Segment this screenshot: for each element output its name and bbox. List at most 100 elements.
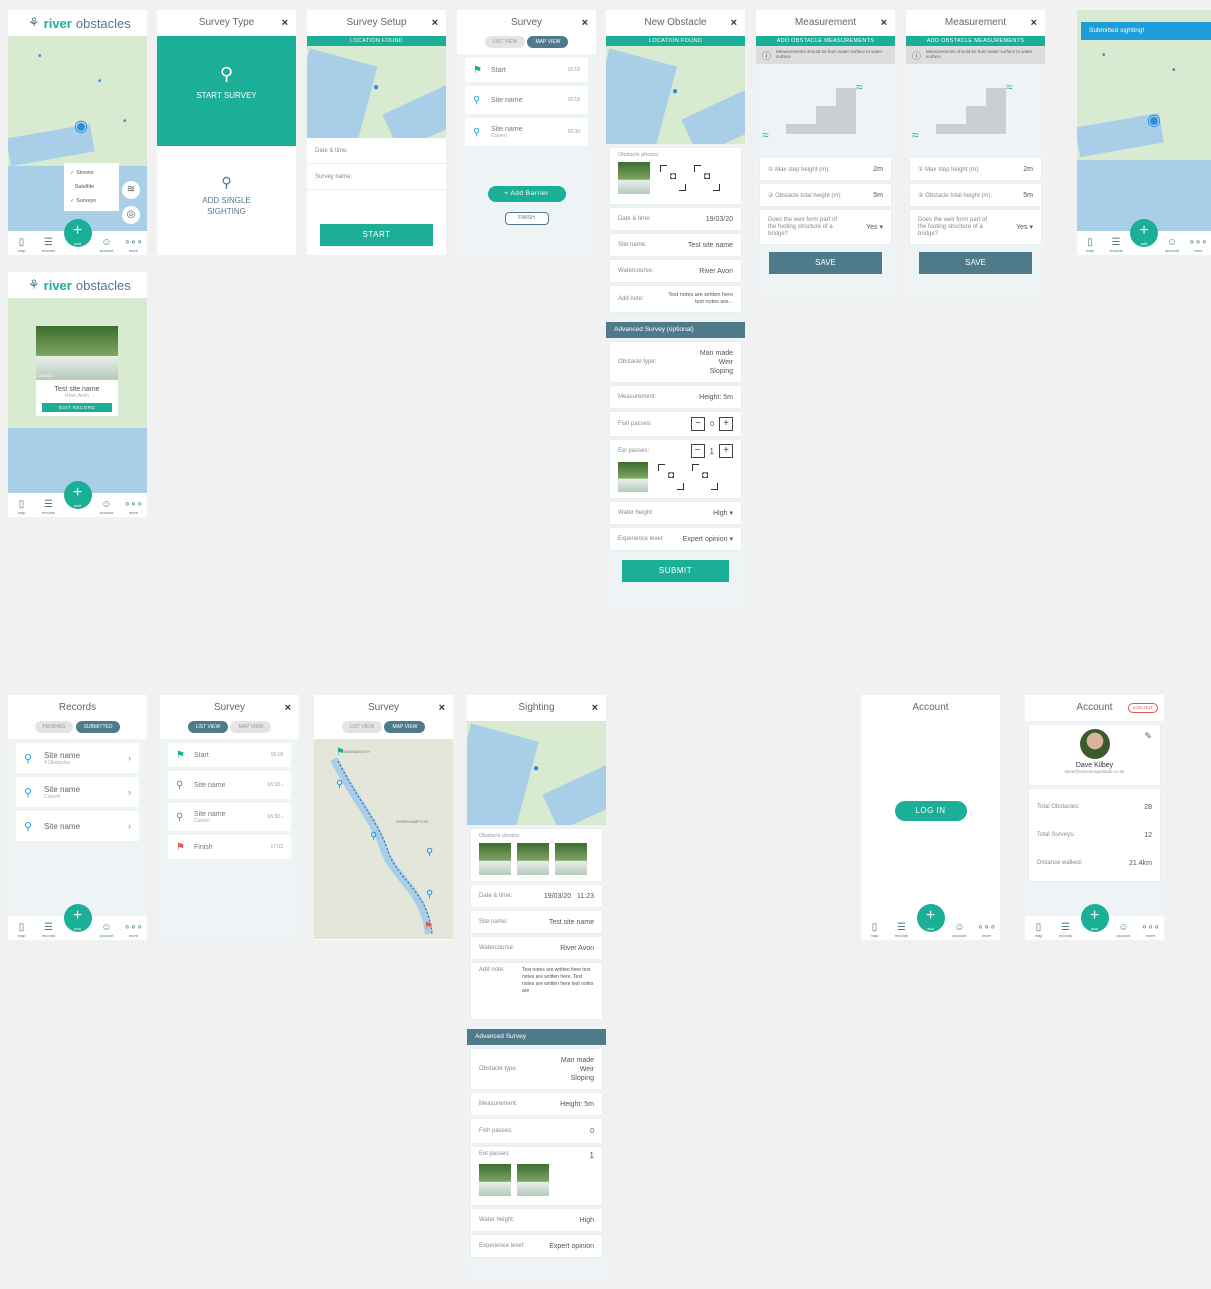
start-button[interactable]: START [320, 224, 433, 246]
start-flag-icon[interactable]: ⚑ [336, 747, 345, 758]
tab-pending[interactable]: PENDING [34, 721, 74, 733]
survey-name-field[interactable]: Survey name: [307, 164, 446, 190]
camera-icon[interactable]: ◘ [692, 464, 718, 490]
max-step-height-field[interactable]: ① Max step height (m): 2m [910, 158, 1041, 180]
list-item[interactable]: ⚲ Site name Culvert › [16, 777, 139, 807]
tab-records[interactable]: ☰ records [37, 499, 61, 515]
pin-icon[interactable]: ⚲ [426, 847, 433, 858]
list-item[interactable]: ⚲ Site name 4 Obstacles › [16, 743, 139, 773]
advanced-survey-header[interactable]: Advanced Survey (optional) [606, 322, 745, 338]
eel-photo[interactable] [479, 1164, 511, 1196]
layer-option-surveys[interactable]: ✓ Surveys [70, 194, 113, 208]
tab-more[interactable]: ∘∘∘ more [1186, 237, 1210, 253]
add-button[interactable]: + add [63, 481, 92, 509]
log-in-button[interactable]: LOG IN [894, 801, 967, 821]
list-item[interactable]: ⚑ Finish 17:02 [168, 835, 291, 859]
tab-account[interactable]: ☺ account [95, 499, 119, 515]
tab-submitted[interactable]: SUBMITTED [75, 721, 121, 733]
close-icon[interactable]: × [1031, 10, 1037, 36]
list-item[interactable]: ⚲ Site name 16:18 › [168, 771, 291, 799]
tab-account[interactable]: ☺ account [1160, 237, 1184, 253]
tab-records[interactable]: ☰ records [37, 922, 61, 938]
obstacle-photo[interactable] [479, 843, 511, 875]
plus-button[interactable]: + [719, 417, 733, 431]
pin-icon[interactable]: ⚲ [336, 779, 343, 790]
pin-icon[interactable]: ⚲ [426, 889, 433, 900]
camera-icon[interactable]: ◘ [660, 165, 686, 191]
survey-pin-icon[interactable]: • [1102, 50, 1106, 61]
tab-records[interactable]: ☰ records [1104, 237, 1128, 253]
water-height-select[interactable]: Water height: High ▾ [610, 502, 741, 524]
date-field[interactable]: Date & time: 19/03/20 [610, 208, 741, 230]
tab-more[interactable]: ∘∘∘ more [1139, 922, 1163, 938]
close-icon[interactable]: × [881, 10, 887, 36]
survey-pin-icon[interactable]: • [98, 76, 102, 87]
tab-records[interactable]: ☰ records [890, 922, 914, 938]
tab-map[interactable]: ▯ map [863, 922, 887, 938]
locate-icon[interactable]: ◎ [122, 206, 140, 224]
close-icon[interactable]: × [439, 695, 445, 721]
list-item[interactable]: ⚲ Site name Culvert 16:30 › [168, 803, 291, 831]
plus-button[interactable]: + [719, 444, 733, 458]
layer-option-satellite[interactable]: Satellite [70, 180, 113, 194]
submit-button[interactable]: SUBMIT [622, 560, 729, 582]
eel-photo[interactable] [517, 1164, 549, 1196]
tab-account[interactable]: ☺ account [1112, 922, 1136, 938]
list-item[interactable]: ⚲ Site name Culvert 16:30 [465, 118, 588, 146]
tab-records[interactable]: ☰ records [37, 237, 61, 253]
map-view[interactable]: ◉ • • [1077, 10, 1211, 231]
layer-option-streets[interactable]: ✓ Streets [70, 166, 113, 180]
tab-more[interactable]: ∘∘∘ more [122, 922, 146, 938]
layers-icon[interactable]: ≋ [122, 181, 140, 199]
tab-more[interactable]: ∘∘∘ more [975, 922, 999, 938]
add-single-sighting-button[interactable]: ⚲ ADD SINGLE SIGHTING [157, 146, 296, 217]
total-height-field[interactable]: ② Obstacle total height (m): 5m [760, 184, 891, 206]
survey-pin-icon[interactable]: ◉ [1147, 110, 1161, 130]
survey-pin-icon[interactable]: • [38, 51, 42, 62]
list-item[interactable]: ⚲ Site name 16:18 [465, 86, 588, 114]
save-button[interactable]: SAVE [769, 252, 882, 274]
start-survey-button[interactable]: ⚲ START SURVEY [157, 36, 296, 146]
tab-account[interactable]: ☺ account [95, 922, 119, 938]
map-view[interactable]: ◉ • • • ✓ Streets Satellite ✓ Surveys ≋ … [8, 36, 147, 231]
site-name-field[interactable]: Site name: Test site name [610, 234, 741, 256]
bridge-question-select[interactable]: Does the weir form part of the footing s… [760, 210, 891, 244]
finish-button[interactable]: FINISH [504, 212, 549, 225]
survey-pin-icon[interactable]: ◉ [74, 116, 88, 136]
date-field[interactable]: Date & time: [307, 138, 446, 164]
tab-map-view[interactable]: MAP VIEW [384, 721, 426, 733]
tab-map[interactable]: ▯ map [1078, 237, 1102, 253]
close-icon[interactable]: × [432, 10, 438, 36]
obstacle-photo[interactable] [555, 843, 587, 875]
location-map[interactable]: ● [467, 721, 606, 825]
tab-records[interactable]: ☰ records [1054, 922, 1078, 938]
tab-map[interactable]: ▯ map [1027, 922, 1051, 938]
edit-icon[interactable]: ✎ [1144, 731, 1152, 742]
add-barrier-button[interactable]: + Add Barrier [487, 186, 566, 202]
tab-map[interactable]: ▯ map [10, 922, 34, 938]
tab-map[interactable]: ▯ map [10, 499, 34, 515]
close-icon[interactable]: × [282, 10, 288, 36]
pin-icon[interactable]: ⚲ [370, 831, 377, 842]
location-map[interactable]: ● [606, 46, 745, 144]
add-button[interactable]: + add [1130, 219, 1158, 247]
list-item[interactable]: ⚑ Start 16:18 [168, 743, 291, 767]
tab-map[interactable]: ▯ map [10, 237, 34, 253]
camera-icon[interactable]: ◘ [694, 165, 720, 191]
camera-icon[interactable]: ◘ [658, 464, 684, 490]
bridge-question-select[interactable]: Does the weir form part of the footing s… [910, 210, 1041, 244]
close-icon[interactable]: × [731, 10, 737, 36]
close-icon[interactable]: × [582, 10, 588, 36]
tab-more[interactable]: ∘∘∘ more [122, 237, 146, 253]
survey-route-map[interactable]: AVONMOUTH SHIREHAMPTON ⚑ ⚲ ⚲ ⚲ ⚲ ⚑ [314, 739, 453, 939]
survey-pin-icon[interactable]: • [1172, 65, 1176, 76]
tab-map-view[interactable]: MAP VIEW [230, 721, 272, 733]
tab-account[interactable]: ☺ account [95, 237, 119, 253]
finish-flag-icon[interactable]: ⚑ [424, 921, 433, 932]
tab-more[interactable]: ∘∘∘ more [122, 499, 146, 515]
add-button[interactable]: + add [1080, 904, 1109, 932]
add-button[interactable]: + add [916, 904, 945, 932]
list-item[interactable]: ⚲ Site name › [16, 811, 139, 841]
location-map[interactable]: ● [307, 46, 446, 138]
map-view[interactable]: 19/03/20 Test site name River Avon EDIT … [8, 298, 147, 493]
